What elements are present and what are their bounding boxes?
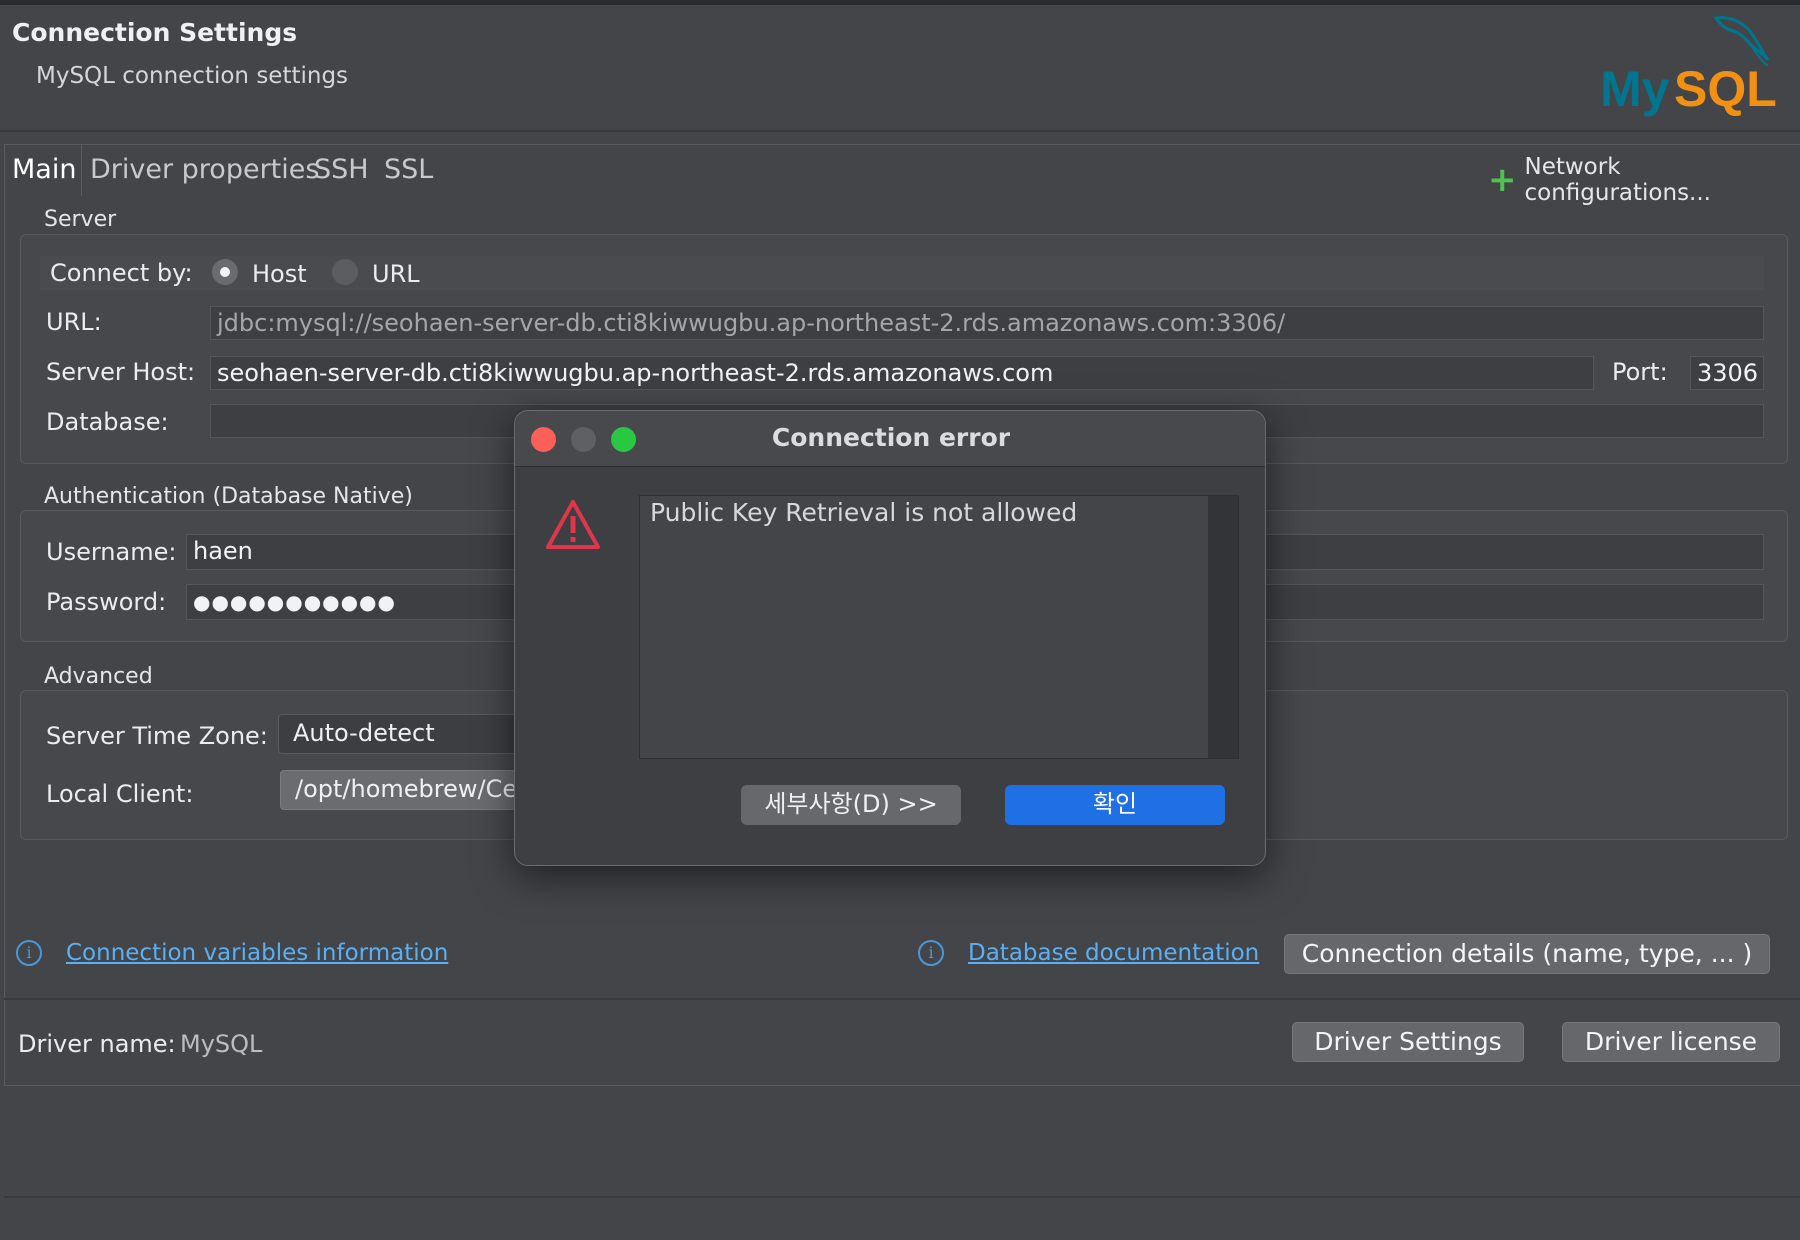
database-label: Database: [46,408,169,436]
page-title: Connection Settings [12,18,298,47]
server-host-label: Server Host: [46,358,196,386]
driver-license-button[interactable]: Driver license [1562,1022,1780,1062]
driver-settings-button[interactable]: Driver Settings [1292,1022,1524,1062]
auth-section-label: Authentication (Database Native) [44,484,413,509]
message-scrollbar[interactable] [1208,496,1238,758]
connection-error-dialog: Connection error Public Key Retrieval is… [514,410,1266,866]
host-radio-label[interactable]: Host [252,260,307,288]
url-radio[interactable] [332,259,358,285]
timezone-label: Server Time Zone: [46,722,268,750]
tab-driver-properties[interactable]: Driver properties [90,154,319,185]
port-label: Port: [1612,358,1668,386]
url-field[interactable]: jdbc:mysql://seohaen-server-db.cti8kiwwu… [210,306,1764,340]
password-label: Password: [46,588,167,616]
mysql-logo: My SQL [1598,10,1800,120]
port-field[interactable]: 3306 [1690,356,1764,390]
info-icon: i [918,940,944,966]
driver-name-label: Driver name: [18,1030,176,1058]
page-subtitle: MySQL connection settings [36,63,349,89]
mysql-logo-my: My [1600,61,1670,117]
details-button[interactable]: 세부사항(D) >> [741,785,961,825]
driver-name-value: MySQL [180,1030,263,1058]
connect-by-label: Connect by: [50,259,193,287]
tab-ssl[interactable]: SSL [384,154,433,185]
database-documentation-link[interactable]: Database documentation [968,940,1259,966]
dialog-title: Connection error [771,423,1011,452]
ok-button[interactable]: 확인 [1005,785,1225,825]
bottom-divider [4,1196,1800,1198]
warning-icon [545,499,601,551]
url-radio-label[interactable]: URL [372,260,420,288]
mysql-logo-sql: SQL [1674,61,1777,117]
error-message-text: Public Key Retrieval is not allowed [650,498,1078,527]
connection-details-button[interactable]: Connection details (name, type, ... ) [1284,934,1770,974]
error-message-box[interactable]: Public Key Retrieval is not allowed [639,495,1239,759]
tab-ssh[interactable]: SSH [314,154,369,185]
host-radio[interactable] [212,259,238,285]
info-icon: i [16,940,42,966]
header-divider [0,130,1800,132]
local-client-label: Local Client: [46,780,194,808]
tab-main[interactable]: Main [12,154,76,185]
plus-icon: + [1488,160,1517,200]
username-label: Username: [46,538,177,566]
advanced-section-label: Advanced [44,664,153,689]
server-host-field[interactable]: seohaen-server-db.cti8kiwwugbu.ap-northe… [210,356,1594,390]
dialog-titlebar: Connection error [515,411,1265,467]
window-top-border [0,0,1800,5]
connection-variables-link[interactable]: Connection variables information [66,940,448,966]
server-section-label: Server [44,207,117,232]
footer-divider [4,998,1800,1000]
url-label: URL: [46,308,102,336]
